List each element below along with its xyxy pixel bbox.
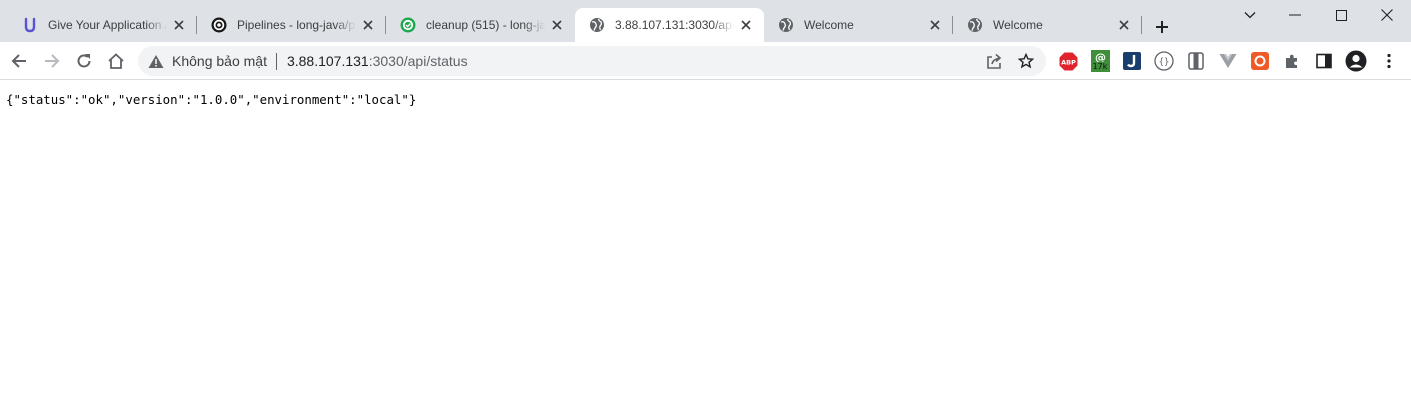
tab-udacity[interactable]: Give Your Application A [8, 8, 197, 42]
extension-badge-count: 17k [1090, 62, 1110, 72]
svg-text:{}: {} [1159, 58, 1170, 68]
vue-devtools-icon[interactable] [1217, 50, 1239, 72]
tab-search-button[interactable] [1227, 0, 1273, 30]
adblock-extension-icon[interactable]: ABP [1057, 50, 1079, 72]
address-bar[interactable]: Không bảo mật 3.88.107.131:3030/api/stat… [138, 46, 1046, 76]
svg-text:ABP: ABP [1061, 58, 1076, 66]
minimize-button[interactable] [1272, 0, 1318, 30]
plus-icon [1156, 21, 1168, 33]
arrow-right-icon [45, 54, 60, 68]
omnibox-divider [275, 52, 277, 70]
tab-title: Welcome [993, 18, 1043, 32]
tab-title: 3.88.107.131:3030/api/s [615, 18, 734, 32]
close-icon[interactable] [738, 17, 754, 33]
globe-icon [589, 17, 605, 33]
close-icon[interactable] [360, 17, 376, 33]
new-tab-button[interactable] [1150, 15, 1174, 39]
globe-icon [967, 17, 983, 33]
url-host: 3.88.107.131 [286, 53, 369, 69]
home-icon [108, 53, 124, 69]
code-extension-icon[interactable]: {} [1153, 50, 1175, 72]
counter-extension-icon[interactable]: @ 17k [1089, 50, 1111, 72]
security-chip[interactable]: Không bảo mật [148, 53, 267, 69]
share-icon[interactable] [982, 49, 1006, 73]
side-panel-icon[interactable] [1313, 50, 1335, 72]
bookmark-star-icon[interactable] [1014, 49, 1038, 73]
udacity-logo-icon [22, 17, 38, 33]
forward-button[interactable] [38, 47, 66, 75]
globe-icon [778, 17, 794, 33]
tab-pipelines[interactable]: Pipelines - long-java/pr [197, 8, 386, 42]
chevron-down-icon [1244, 12, 1256, 19]
reload-icon [77, 54, 91, 68]
tab-welcome-1[interactable]: Welcome [764, 8, 953, 42]
home-button[interactable] [102, 47, 130, 75]
security-label: Không bảo mật [172, 53, 267, 69]
tab-strip: Give Your Application A Pipelines - long… [0, 0, 1411, 42]
toolbar: Không bảo mật 3.88.107.131:3030/api/stat… [0, 42, 1411, 80]
close-window-button[interactable] [1364, 0, 1410, 30]
url-path: :3030/api/status [368, 53, 468, 69]
tab-title: cleanup (515) - long-jav [426, 18, 545, 32]
tab-title: Welcome [804, 18, 854, 32]
arrow-left-icon [11, 54, 26, 68]
reload-button[interactable] [70, 47, 98, 75]
tab-divider [1141, 16, 1142, 34]
close-icon[interactable] [927, 17, 943, 33]
sidebar-extension-icon[interactable] [1185, 50, 1207, 72]
more-menu-icon[interactable] [1378, 50, 1400, 72]
tab-api-status[interactable]: 3.88.107.131:3030/api/s [575, 8, 764, 42]
url-text[interactable]: 3.88.107.131:3030/api/status [287, 53, 468, 69]
minimize-icon [1289, 14, 1301, 16]
circleci-logo-icon [211, 17, 227, 33]
circleci-success-icon [400, 17, 416, 33]
warning-icon [148, 54, 164, 68]
tab-welcome-2[interactable]: Welcome [953, 8, 1142, 42]
profile-avatar-icon[interactable] [1345, 50, 1367, 72]
jira-extension-icon[interactable] [1121, 50, 1143, 72]
json-response-text: {"status":"ok","version":"1.0.0","enviro… [6, 92, 417, 107]
close-icon[interactable] [171, 17, 187, 33]
back-button[interactable] [5, 47, 33, 75]
close-icon[interactable] [1116, 17, 1132, 33]
tab-title: Give Your Application A [48, 18, 167, 32]
close-icon [1381, 9, 1393, 21]
close-icon[interactable] [549, 17, 565, 33]
extensions-puzzle-icon[interactable] [1281, 50, 1303, 72]
maximize-icon [1335, 9, 1347, 21]
tab-title: Pipelines - long-java/pr [237, 18, 356, 32]
orange-extension-icon[interactable] [1249, 50, 1271, 72]
tab-cleanup[interactable]: cleanup (515) - long-jav [386, 8, 575, 42]
maximize-button[interactable] [1318, 0, 1364, 30]
